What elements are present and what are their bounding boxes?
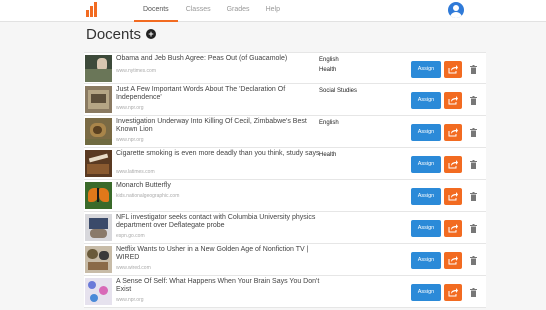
- share-icon: [448, 224, 458, 233]
- trash-icon[interactable]: [470, 96, 477, 105]
- article-source: www.npr.org: [116, 137, 144, 143]
- assign-button[interactable]: Assign: [411, 188, 441, 205]
- share-button[interactable]: [444, 156, 462, 173]
- docent-row: Netflix Wants to Usher in a New Golden A…: [84, 244, 486, 276]
- article-thumbnail: [85, 182, 112, 209]
- tab-help[interactable]: Help: [258, 0, 288, 22]
- article-source: www.nytimes.com: [116, 68, 157, 74]
- article-title-link[interactable]: Investigation Underway Into Killing Of C…: [116, 118, 326, 134]
- article-source: www.wired.com: [116, 265, 151, 271]
- article-title-link[interactable]: Netflix Wants to Usher in a New Golden A…: [116, 246, 326, 262]
- assign-button[interactable]: Assign: [411, 124, 441, 141]
- docent-row: NFL investigator seeks contact with Colu…: [84, 212, 486, 244]
- add-docent-button[interactable]: +: [146, 29, 156, 39]
- docent-row: Just A Few Important Words About The 'De…: [84, 84, 486, 116]
- trash-icon[interactable]: [470, 160, 477, 169]
- docent-row: Monarch Butterfly kids.nationalgeographi…: [84, 180, 486, 212]
- share-button[interactable]: [444, 284, 462, 301]
- subject-tag: Health: [319, 67, 337, 73]
- article-source: www.latimes.com: [116, 169, 155, 175]
- subject-tag: English: [319, 57, 339, 63]
- share-button[interactable]: [444, 220, 462, 237]
- trash-icon[interactable]: [470, 128, 477, 137]
- trash-icon[interactable]: [470, 224, 477, 233]
- docent-row: Cigarette smoking is even more deadly th…: [84, 148, 486, 180]
- assign-button[interactable]: Assign: [411, 220, 441, 237]
- article-thumbnail: [85, 55, 112, 82]
- trash-icon[interactable]: [470, 192, 477, 201]
- share-icon: [448, 128, 458, 137]
- share-button[interactable]: [444, 188, 462, 205]
- docent-row: Obama and Jeb Bush Agree: Peas Out (of G…: [84, 52, 486, 84]
- article-source: espn.go.com: [116, 233, 145, 239]
- subject-tags: English Health: [319, 55, 339, 75]
- top-navbar: Docents Classes Grades Help: [0, 0, 546, 22]
- article-title-link[interactable]: Obama and Jeb Bush Agree: Peas Out (of G…: [116, 55, 326, 63]
- share-button[interactable]: [444, 92, 462, 109]
- share-icon: [448, 256, 458, 265]
- tab-grades[interactable]: Grades: [219, 0, 258, 22]
- subject-tag: Health: [319, 152, 337, 158]
- assign-button[interactable]: Assign: [411, 156, 441, 173]
- article-title-link[interactable]: Just A Few Important Words About The 'De…: [116, 86, 326, 102]
- article-source: www.npr.org: [116, 105, 144, 111]
- subject-tag: English: [319, 120, 339, 126]
- share-icon: [448, 192, 458, 201]
- tab-docents[interactable]: Docents: [134, 0, 178, 22]
- share-icon: [448, 160, 458, 169]
- article-thumbnail: [85, 246, 112, 273]
- article-source: kids.nationalgeographic.com: [116, 193, 180, 199]
- share-button[interactable]: [444, 252, 462, 269]
- docent-row: A Sense Of Self: What Happens When Your …: [84, 276, 486, 308]
- article-thumbnail: [85, 86, 112, 113]
- docent-row: Investigation Underway Into Killing Of C…: [84, 116, 486, 148]
- page-title: Docents: [86, 26, 142, 43]
- article-title-link[interactable]: Cigarette smoking is even more deadly th…: [116, 150, 326, 158]
- nav-tabs: Docents Classes Grades Help: [134, 0, 288, 22]
- trash-icon[interactable]: [470, 65, 477, 74]
- article-title-link[interactable]: NFL investigator seeks contact with Colu…: [116, 214, 326, 230]
- article-thumbnail: [85, 150, 112, 177]
- article-thumbnail: [85, 118, 112, 145]
- assign-button[interactable]: Assign: [411, 252, 441, 269]
- article-title-link[interactable]: Monarch Butterfly: [116, 182, 326, 190]
- tab-classes[interactable]: Classes: [178, 0, 219, 22]
- share-icon: [448, 288, 458, 297]
- assign-button[interactable]: Assign: [411, 284, 441, 301]
- subject-tag: Social Studies: [319, 88, 358, 94]
- trash-icon[interactable]: [470, 256, 477, 265]
- article-thumbnail: [85, 278, 112, 305]
- user-avatar-icon[interactable]: [448, 2, 464, 18]
- share-icon: [448, 65, 458, 74]
- share-button[interactable]: [444, 124, 462, 141]
- article-title-link[interactable]: A Sense Of Self: What Happens When Your …: [116, 278, 326, 294]
- assign-button[interactable]: Assign: [411, 61, 441, 78]
- subject-tags: Health: [319, 150, 336, 160]
- subject-tags: English: [319, 118, 339, 128]
- share-icon: [448, 96, 458, 105]
- article-thumbnail: [85, 214, 112, 241]
- assign-button[interactable]: Assign: [411, 92, 441, 109]
- subject-tags: Social Studies: [319, 86, 357, 96]
- share-button[interactable]: [444, 61, 462, 78]
- trash-icon[interactable]: [470, 288, 477, 297]
- app-logo-icon[interactable]: [86, 2, 98, 17]
- article-source: www.npr.org: [116, 297, 144, 303]
- docent-list: Obama and Jeb Bush Agree: Peas Out (of G…: [84, 52, 486, 308]
